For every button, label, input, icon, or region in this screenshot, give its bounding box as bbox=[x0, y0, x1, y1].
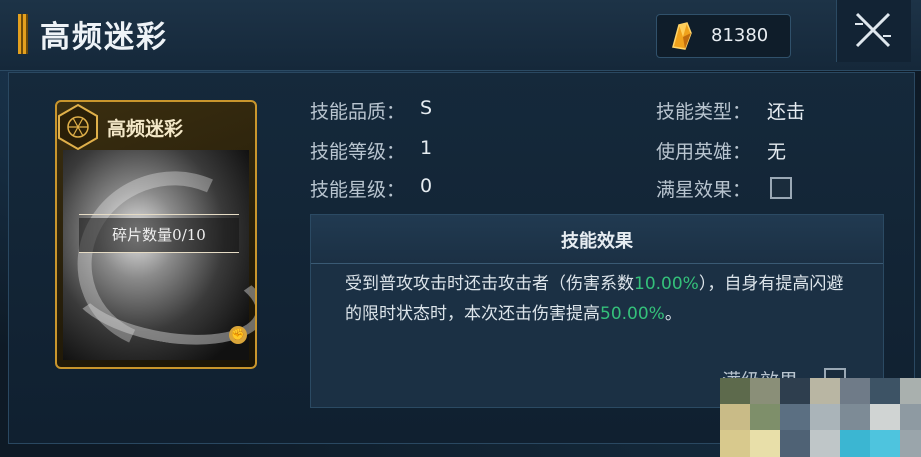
currency-value: 81380 bbox=[711, 25, 769, 46]
header-bar: 高频迷彩 81380 bbox=[0, 0, 921, 71]
fist-icon: ✊ bbox=[229, 326, 247, 344]
effect-title: 技能效果 bbox=[561, 231, 633, 252]
close-button[interactable] bbox=[836, 0, 911, 62]
level-value: 1 bbox=[420, 137, 433, 159]
hero-value: 无 bbox=[767, 141, 787, 163]
close-icon bbox=[855, 12, 891, 48]
card-title: 高频迷彩 bbox=[107, 118, 184, 140]
page-title: 高频迷彩 bbox=[40, 20, 168, 55]
star-label: 技能星级： bbox=[310, 179, 406, 201]
hexagon-emblem-icon bbox=[58, 103, 98, 151]
effect-header: 技能效果 bbox=[311, 215, 883, 264]
card-fragment-count: 碎片数量0/10 bbox=[79, 218, 239, 252]
pixelated-overlay bbox=[720, 378, 921, 457]
fullstar-checkbox[interactable] bbox=[770, 177, 792, 199]
quality-label: 技能品质： bbox=[310, 101, 406, 123]
quality-value: S bbox=[420, 97, 433, 119]
level-label: 技能等级： bbox=[310, 141, 406, 163]
star-value: 0 bbox=[420, 175, 433, 197]
effect-text-part1: 受到普攻攻击时还击攻击者（伤害系数 bbox=[345, 274, 634, 294]
effect-damage-coefficient: 10.00% bbox=[634, 274, 699, 294]
fullstar-label: 满星效果： bbox=[656, 179, 752, 201]
card-divider-bottom bbox=[79, 252, 239, 253]
effect-damage-bonus: 50.00% bbox=[600, 304, 665, 324]
hero-label: 使用英雄： bbox=[656, 141, 752, 163]
effect-description: 受到普攻攻击时还击攻击者（伤害系数10.00%），自身有提高闪避的限时状态时，本… bbox=[345, 269, 855, 329]
gold-crystal-icon bbox=[672, 22, 692, 50]
type-value: 还击 bbox=[767, 101, 806, 123]
effect-text-part3: 。 bbox=[664, 304, 682, 324]
currency-display[interactable]: 81380 bbox=[656, 14, 791, 58]
card-divider-top bbox=[79, 214, 239, 215]
type-label: 技能类型： bbox=[656, 101, 752, 123]
header-accent-stripe bbox=[18, 14, 28, 54]
skill-card[interactable]: 高频迷彩 碎片数量0/10 ✊ bbox=[55, 100, 257, 369]
